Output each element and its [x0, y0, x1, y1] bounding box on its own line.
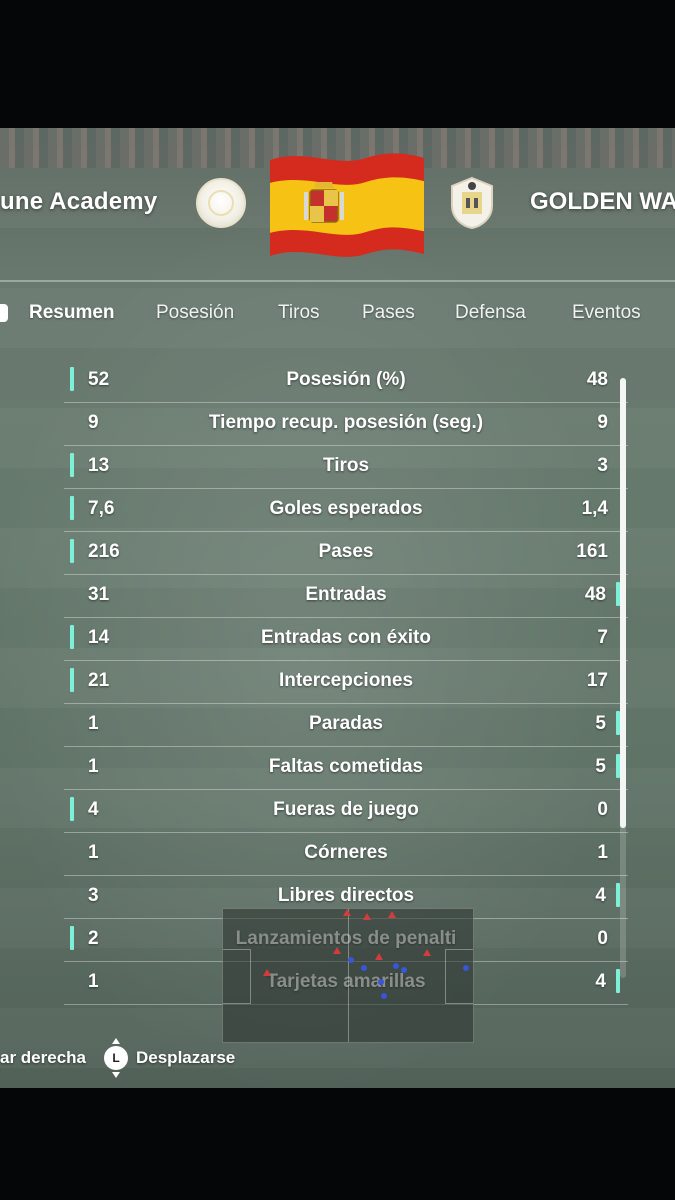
away-stat-value: 9	[597, 412, 608, 433]
tab-pases[interactable]: Pases	[362, 302, 415, 324]
stat-label: Goles esperados	[269, 498, 423, 519]
minimap-player-marker	[363, 913, 371, 920]
away-stat-value: 161	[576, 541, 608, 562]
minimap-player-dot	[393, 963, 399, 969]
away-stat-value: 1	[597, 842, 608, 863]
home-team-crest-icon	[196, 178, 246, 228]
stat-row: 4 Fueras de juego 0	[64, 790, 628, 833]
stat-label: Faltas cometidas	[268, 756, 424, 777]
stat-label: Tiempo recup. posesión (seg.)	[208, 412, 484, 433]
stat-row: 1 Paradas 5	[64, 704, 628, 747]
stat-label: Córneres	[304, 842, 388, 863]
hint-move-right: ar derecha	[0, 1048, 86, 1067]
away-stat-value: 3	[597, 455, 608, 476]
stats-scrollbar[interactable]	[620, 378, 626, 978]
stats-tabs: Resumen Posesión Tiros Pases Defensa Eve…	[0, 302, 675, 332]
tab-defensa[interactable]: Defensa	[455, 302, 526, 324]
stat-row: 9 Tiempo recup. posesión (seg.) 9	[64, 403, 628, 446]
away-stat-value: 5	[595, 756, 606, 777]
tab-tiros[interactable]: Tiros	[278, 302, 320, 324]
away-stat-value: 4	[595, 885, 606, 906]
away-stat-value: 1,4	[581, 498, 608, 519]
stat-row: 21 Intercepciones 17	[64, 661, 628, 704]
stat-row: 52 Posesión (%) 48	[64, 360, 628, 403]
match-header: une Academy GOLDEN WA	[0, 153, 675, 284]
stat-label: Intercepciones	[278, 670, 414, 691]
game-screen: une Academy GOLDEN WA Resumen Posesión T…	[0, 128, 675, 1088]
pitch-minimap	[222, 908, 474, 1043]
left-stick-icon: L	[102, 1038, 130, 1078]
stat-row: 14 Entradas con éxito 7	[64, 618, 628, 661]
minimap-player-marker	[423, 949, 431, 956]
minimap-player-dot	[378, 979, 384, 985]
away-stat-value: 0	[597, 799, 608, 820]
minimap-player-dot	[361, 965, 367, 971]
stat-row: 13 Tiros 3	[64, 446, 628, 489]
minimap-player-dot	[348, 957, 354, 963]
stat-label: Entradas	[305, 584, 387, 605]
tab-posesion[interactable]: Posesión	[156, 302, 234, 324]
stat-label: Posesión (%)	[286, 369, 406, 390]
tab-resumen[interactable]: Resumen	[29, 302, 115, 324]
minimap-player-marker	[263, 969, 271, 976]
minimap-player-dot	[381, 993, 387, 999]
away-stat-value: 17	[586, 670, 608, 691]
stat-row: 7,6 Goles esperados 1,4	[64, 489, 628, 532]
minimap-player-marker	[333, 947, 341, 954]
controls-hint-bar: ar derecha L Desplazarse	[0, 1038, 675, 1080]
away-stat-value: 5	[595, 713, 606, 734]
stat-row: 31 Entradas 48	[64, 575, 628, 618]
spain-flag-icon	[270, 153, 424, 257]
stat-label: Tiros	[322, 455, 370, 476]
away-stat-value: 0	[597, 928, 608, 949]
tab-eventos[interactable]: Eventos	[572, 302, 641, 324]
away-team-crest-icon	[451, 176, 493, 230]
away-stat-value: 48	[586, 369, 608, 390]
stat-label: Fueras de juego	[273, 799, 419, 820]
stat-label: Entradas con éxito	[261, 627, 431, 648]
away-stat-value: 4	[595, 971, 606, 992]
stats-scrollbar-thumb[interactable]	[620, 378, 626, 828]
stat-row: 1 Córneres 1	[64, 833, 628, 876]
home-team-name: une Academy	[0, 188, 158, 215]
minimap-player-marker	[375, 953, 383, 960]
tab-scroll-left-indicator[interactable]	[0, 304, 8, 322]
minimap-player-dot	[401, 967, 407, 973]
header-divider	[0, 280, 675, 282]
minimap-player-dot	[463, 965, 469, 971]
hint-scroll: Desplazarse	[136, 1048, 236, 1067]
stat-row: 216 Pases 161	[64, 532, 628, 575]
stat-label: Pases	[318, 541, 374, 562]
minimap-player-marker	[343, 909, 351, 916]
away-stat-value: 7	[597, 627, 608, 648]
minimap-player-marker	[388, 911, 396, 918]
stat-label: Paradas	[309, 713, 383, 734]
away-team-name: GOLDEN WA	[530, 188, 675, 215]
away-stat-value: 48	[584, 584, 606, 605]
stat-row: 1 Faltas cometidas 5	[64, 747, 628, 790]
stat-label: Libres directos	[277, 885, 415, 906]
